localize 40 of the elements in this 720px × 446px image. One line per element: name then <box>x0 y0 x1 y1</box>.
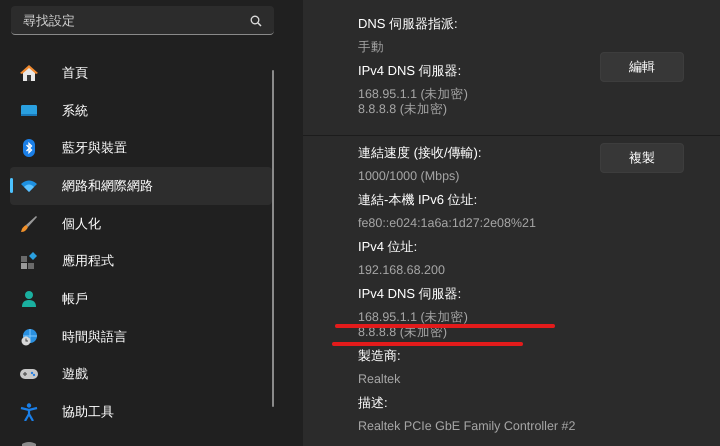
scrollbar[interactable] <box>272 70 274 407</box>
field-value: 168.95.1.1 (未加密) <box>358 311 468 324</box>
field-value: 192.168.68.200 <box>358 264 445 277</box>
field-value: fe80::e024:1a6a:1d27:2e08%21 <box>358 217 536 230</box>
field-label: IPv4 DNS 伺服器: <box>358 285 462 303</box>
bluetooth-icon <box>20 139 38 158</box>
field-value: 168.95.1.1 (未加密) <box>358 88 468 101</box>
field-value: 1000/1000 (Mbps) <box>358 170 460 183</box>
field-value: Realtek PCIe GbE Family Controller #2 <box>358 420 576 433</box>
sidebar-item[interactable]: 藍牙與裝置 <box>10 129 272 168</box>
sidebar-item[interactable]: 個人化 <box>10 204 272 242</box>
paintbrush-icon <box>20 214 38 233</box>
selection-indicator <box>10 178 13 194</box>
action-button[interactable]: 編輯 <box>600 52 684 82</box>
field-value: Realtek <box>358 373 400 386</box>
sidebar-item[interactable]: 應用程式 <box>10 242 272 280</box>
field-value: 8.8.8.8 (未加密) <box>358 103 448 116</box>
field-label: IPv4 DNS 伺服器: <box>358 62 462 80</box>
search-field[interactable]: 尋找設定 <box>11 6 274 35</box>
sidebar-item[interactable]: 遊戲 <box>10 356 272 394</box>
search-icon <box>250 15 262 27</box>
field-label: DNS 伺服器指派: <box>358 15 459 33</box>
sidebar-item[interactable]: 時間與語言 <box>10 318 272 356</box>
field-value: 手動 <box>358 41 384 54</box>
apps-icon <box>20 252 38 270</box>
person-icon <box>20 290 38 308</box>
sidebar-item[interactable]: 協助工具 <box>10 393 272 431</box>
field-label: 連結-本機 IPv6 位址: <box>358 191 478 209</box>
house-icon <box>20 64 38 82</box>
field-label: 描述: <box>358 394 389 412</box>
field-label: IPv4 位址: <box>358 238 418 256</box>
field-label: 製造商: <box>358 347 402 365</box>
globe-clock-icon <box>20 328 38 346</box>
action-button[interactable]: 複製 <box>600 143 684 173</box>
sidebar-item[interactable]: 系統 <box>10 92 272 130</box>
field-label: 連結速度 (接收/傳輸): <box>358 144 482 162</box>
sidebar-item[interactable]: 首頁 <box>10 54 272 92</box>
accessibility-icon <box>20 403 38 422</box>
sidebar-item[interactable]: 帳戶 <box>10 280 272 318</box>
sidebar-item[interactable]: 網路和網際網路 <box>10 167 272 205</box>
